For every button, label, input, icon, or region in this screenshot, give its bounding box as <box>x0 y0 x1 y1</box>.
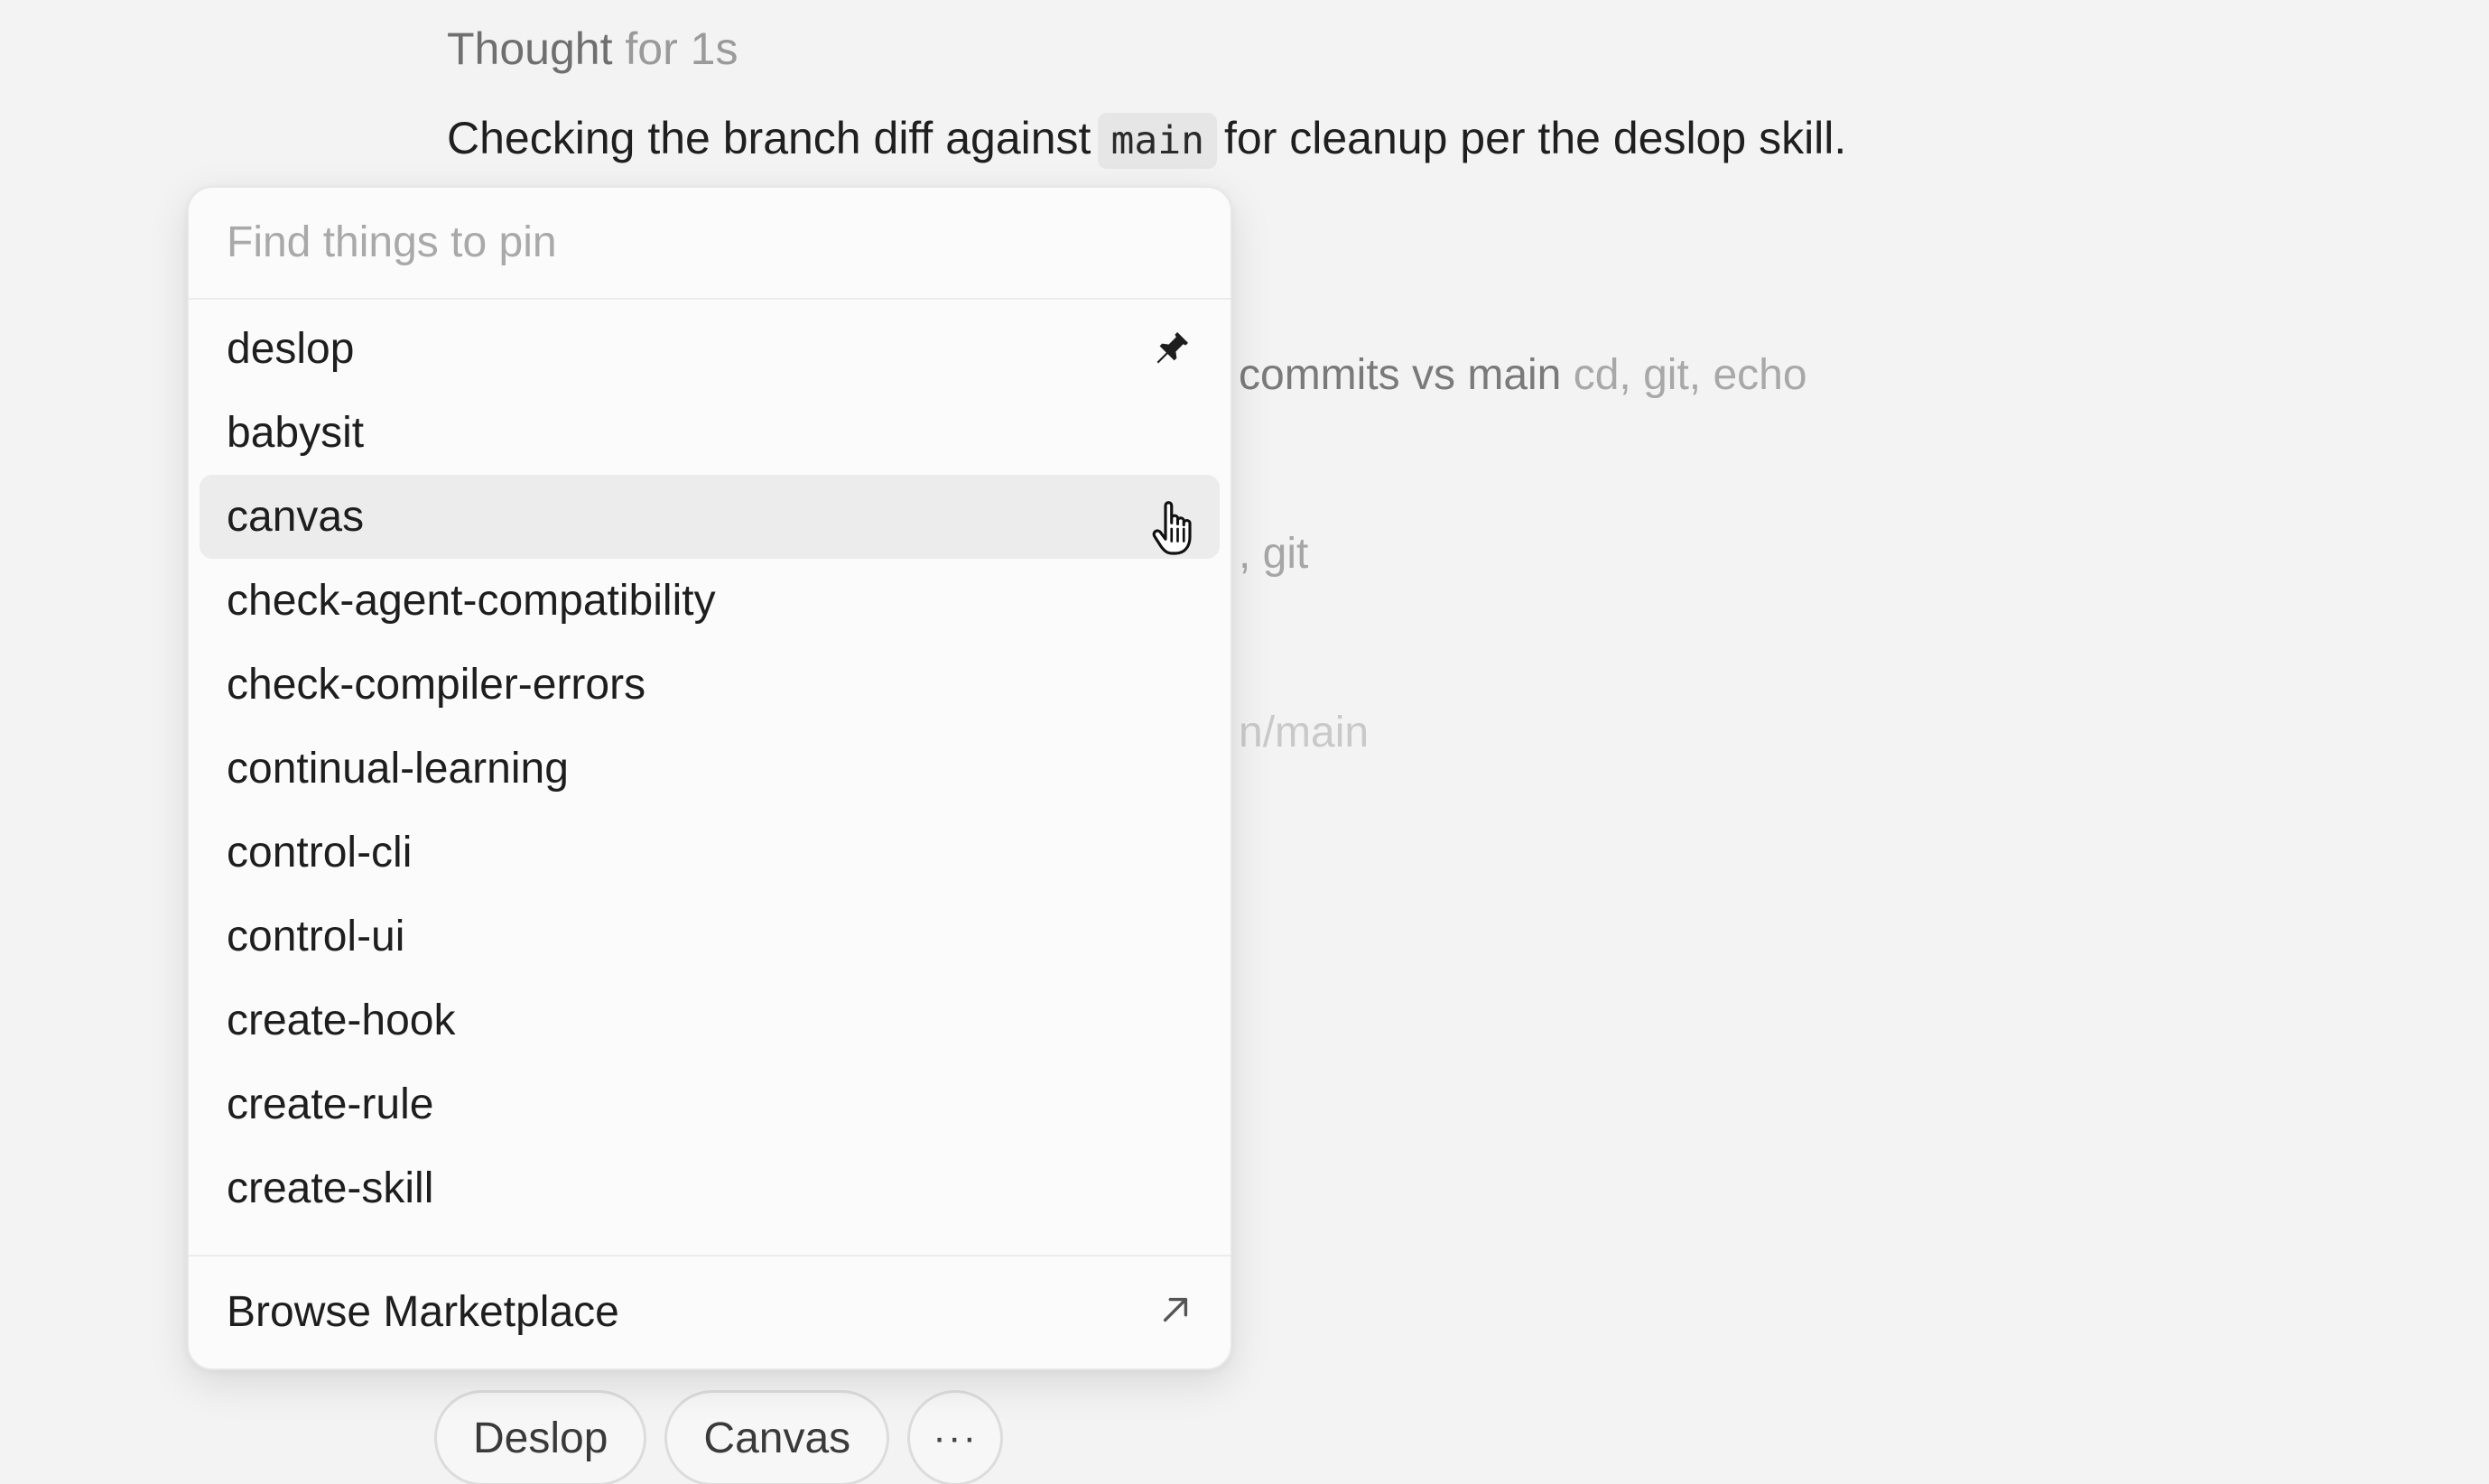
list-item-create-hook[interactable]: create-hook <box>200 979 1220 1062</box>
pin-popover: deslop babysit canvas check-agent-compat… <box>187 186 1232 1370</box>
message-text-before: Checking the branch diff against <box>447 113 1091 163</box>
list-item-label: create-skill <box>227 1164 434 1212</box>
assistant-message: Checking the branch diff against main for … <box>447 110 1846 169</box>
list-item-check-compiler-errors[interactable]: check-compiler-errors <box>200 643 1220 727</box>
list-item-create-rule[interactable]: create-rule <box>200 1062 1220 1146</box>
list-item-label: check-agent-compatibility <box>227 577 716 625</box>
message-text-after: for cleanup per the deslop skill. <box>1224 113 1847 163</box>
tool-call-summary: commits vs main <box>1239 351 1562 399</box>
tool-call-commands: cd, git, echo <box>1573 351 1807 399</box>
tool-call-line[interactable]: , git <box>1239 529 1308 580</box>
pinned-chips: Deslop Canvas ··· <box>434 1390 1004 1484</box>
browse-marketplace-label: Browse Marketplace <box>227 1288 619 1336</box>
pin-list: deslop babysit canvas check-agent-compat… <box>189 307 1231 1230</box>
chip-deslop[interactable]: Deslop <box>434 1390 647 1484</box>
list-item-label: create-hook <box>227 997 456 1044</box>
app-window: Thought for 1s Checking the branch diff … <box>0 0 2489 1484</box>
list-item-label: deslop <box>227 325 355 373</box>
list-item-create-skill[interactable]: create-skill <box>200 1146 1220 1230</box>
list-item-label: check-compiler-errors <box>227 661 646 709</box>
tool-call-line[interactable]: commits vs main cd, git, echo <box>1239 350 1807 401</box>
tool-call-summary: n/main <box>1239 709 1370 756</box>
list-item-label: create-rule <box>227 1081 434 1128</box>
search-input[interactable] <box>227 213 1184 271</box>
search-row <box>189 188 1231 300</box>
list-item-control-ui[interactable]: control-ui <box>200 895 1220 979</box>
inline-code: main <box>1098 113 1217 169</box>
list-item-canvas[interactable]: canvas <box>200 475 1220 559</box>
list-item-label: babysit <box>227 409 365 457</box>
thought-header[interactable]: Thought for 1s <box>447 23 738 74</box>
thought-label: Thought <box>447 23 613 74</box>
list-item-continual-learning[interactable]: continual-learning <box>200 727 1220 811</box>
tool-call-line[interactable]: n/main <box>1239 708 1369 758</box>
thought-duration: for 1s <box>625 23 738 74</box>
chip-canvas[interactable]: Canvas <box>664 1390 890 1484</box>
list-item-label: control-cli <box>227 829 413 876</box>
hand-cursor-icon <box>1152 501 1192 555</box>
tool-call-commands: , git <box>1239 530 1309 578</box>
more-button[interactable]: ··· <box>907 1390 1004 1484</box>
list-item-check-agent-compatibility[interactable]: check-agent-compatibility <box>200 559 1220 643</box>
external-arrow-icon <box>1163 1297 1188 1322</box>
list-item-label: control-ui <box>227 913 405 960</box>
list-item-control-cli[interactable]: control-cli <box>200 811 1220 895</box>
list-item-deslop[interactable]: deslop <box>200 307 1220 391</box>
list-item-label: continual-learning <box>227 745 569 793</box>
browse-marketplace-button[interactable]: Browse Marketplace <box>189 1255 1231 1368</box>
list-item-label: canvas <box>227 493 365 541</box>
pin-icon[interactable] <box>1151 328 1193 369</box>
list-item-babysit[interactable]: babysit <box>200 391 1220 475</box>
